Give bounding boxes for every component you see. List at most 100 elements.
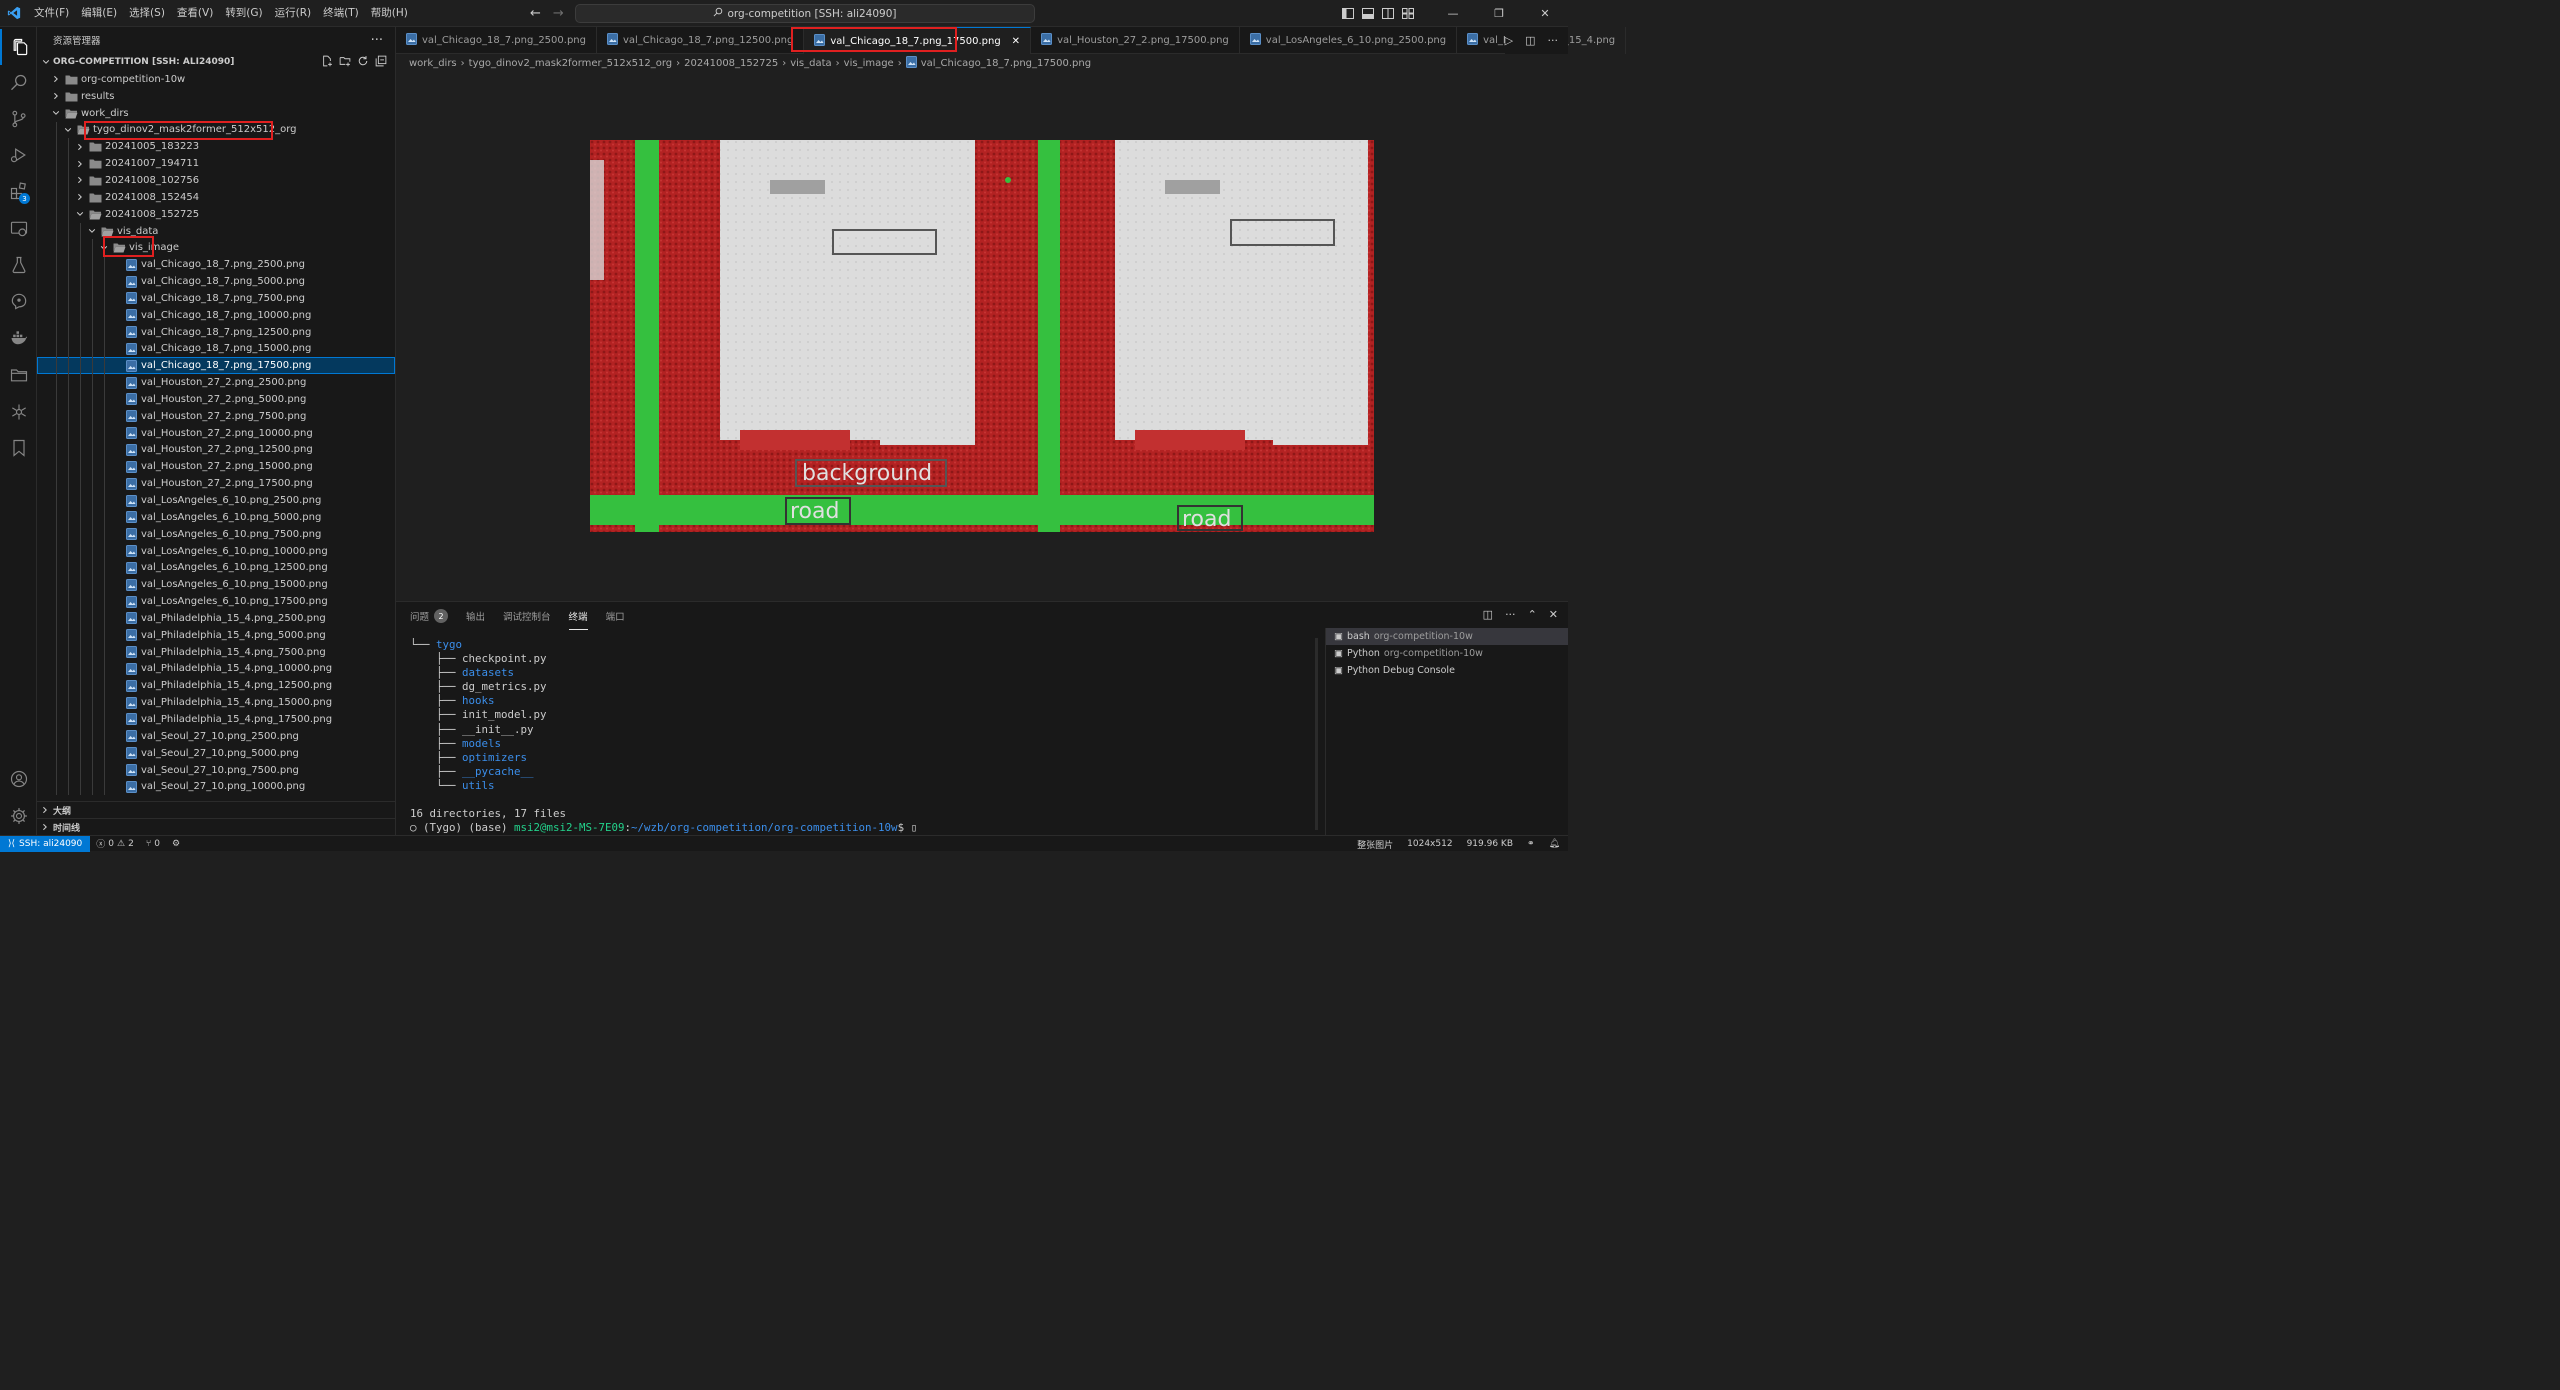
tree-file[interactable]: val_Houston_27_2.png_17500.png [37,475,395,493]
run-debug-icon[interactable] [0,137,37,173]
bookmarks-icon[interactable] [0,430,37,466]
tree-file[interactable]: val_Houston_27_2.png_5000.png [37,391,395,408]
image-zoom-status[interactable]: 整张图片 [1357,838,1393,851]
toggle-primary-sidebar-icon[interactable] [1338,0,1358,27]
tree-file[interactable]: val_Houston_27_2.png_2500.png [37,374,395,392]
ai-chat-icon[interactable] [0,283,37,319]
search-view-icon[interactable] [0,65,37,101]
tree-file[interactable]: val_Houston_27_2.png_15000.png [37,458,395,476]
editor-tab[interactable]: val_Chicago_18_7.png_2500.png [396,27,597,54]
gitlens-icon[interactable] [0,394,37,430]
testing-icon[interactable] [0,247,37,283]
panel-tab[interactable]: 终端 [568,602,588,630]
tree-folder[interactable]: 20241008_102756 [37,172,395,189]
timeline-section[interactable]: 时间线 [37,818,395,835]
tree-file[interactable]: val_LosAngeles_6_10.png_17500.png [37,593,395,610]
tree-file[interactable]: val_Chicago_18_7.png_2500.png [37,256,395,274]
terminal-session[interactable]: ▣ Python Debug Console [1326,662,1568,679]
forward-arrow-icon[interactable]: → [553,6,564,21]
tree-folder[interactable]: 20241007_194711 [37,155,395,173]
accounts-icon[interactable] [0,761,37,797]
ports-indicator[interactable]: ⑂ 0 [140,839,166,849]
terminal-scrollbar[interactable] [1315,638,1318,830]
breadcrumb-item[interactable]: tygo_dinov2_mask2former_512x512_org [469,58,672,69]
tree-folder[interactable]: work_dirs [37,105,395,122]
menu-item[interactable]: 转到(G) [219,0,268,27]
panel-tab[interactable]: 端口 [606,602,625,630]
terminal-output[interactable]: └── tygo ├── checkpoint.py ├── datasets … [410,638,1310,834]
tree-file[interactable]: val_Chicago_18_7.png_15000.png [37,340,395,358]
workspace-folder-header[interactable]: ORG-COMPETITION [SSH: ALI24090] [37,53,395,71]
explorer-more-actions[interactable]: ··· [371,33,383,48]
refresh-icon[interactable] [357,55,369,70]
breadcrumb-item[interactable]: work_dirs [409,58,457,69]
folders-icon[interactable] [0,357,37,393]
tree-file[interactable]: val_Philadelphia_15_4.png_2500.png [37,610,395,627]
accounts-status-icon[interactable]: ⚭ [1527,839,1535,849]
menu-item[interactable]: 运行(R) [269,0,318,27]
minimize-icon[interactable]: — [1430,0,1476,27]
new-folder-icon[interactable] [339,55,351,70]
tree-file[interactable]: val_Houston_27_2.png_10000.png [37,424,395,442]
tree-folder[interactable]: vis_data [37,222,395,240]
new-file-icon[interactable] [321,55,333,70]
breadcrumb-item[interactable]: val_Chicago_18_7.png_17500.png [921,58,1091,69]
breadcrumb-item[interactable]: vis_image [844,58,894,69]
menu-item[interactable]: 帮助(H) [365,0,414,27]
tree-folder[interactable]: 20241008_152454 [37,188,395,206]
split-editor-icon[interactable]: ◫ [1525,34,1535,47]
tree-file[interactable]: val_Chicago_18_7.png_5000.png [37,273,395,290]
tree-file[interactable]: val_Seoul_27_10.png_7500.png [37,761,395,779]
tree-folder[interactable]: results [37,88,395,105]
tree-file[interactable]: val_Chicago_18_7.png_7500.png [37,289,395,307]
tree-file[interactable]: val_Philadelphia_15_4.png_10000.png [37,660,395,678]
panel-tab[interactable]: 调试控制台 [503,602,551,630]
menu-item[interactable]: 编辑(E) [75,0,123,27]
close-window-icon[interactable]: ✕ [1522,0,1568,27]
outline-section[interactable]: 大纲 [37,801,395,818]
toggle-secondary-sidebar-icon[interactable] [1378,0,1398,27]
explorer-icon[interactable] [0,29,37,65]
close-tab-icon[interactable]: ✕ [1012,36,1020,47]
menu-item[interactable]: 文件(F) [28,0,75,27]
maximize-panel-icon[interactable]: ⌃ [1528,608,1537,621]
tree-file[interactable]: val_Houston_27_2.png_12500.png [37,441,395,459]
tree-file[interactable]: val_Seoul_27_10.png_2500.png [37,727,395,745]
remote-indicator[interactable]: ⟩⟨ SSH: ali24090 [0,835,91,852]
command-center[interactable]: org-competition [SSH: ali24090] [575,4,1035,23]
toggle-panel-icon[interactable] [1358,0,1378,27]
tree-folder[interactable]: vis_image [37,239,395,257]
menu-item[interactable]: 查看(V) [171,0,219,27]
tree-file[interactable]: val_LosAngeles_6_10.png_10000.png [37,542,395,560]
tree-file[interactable]: val_Seoul_27_10.png_10000.png [37,778,395,796]
tree-file[interactable]: val_LosAngeles_6_10.png_12500.png [37,559,395,577]
run-icon[interactable]: ▷ [1505,34,1513,47]
remote-explorer-icon[interactable] [0,211,37,247]
menu-item[interactable]: 终端(T) [317,0,365,27]
collapse-all-icon[interactable] [375,55,387,70]
tree-file[interactable]: val_Philadelphia_15_4.png_17500.png [37,711,395,728]
settings-gear-icon[interactable] [0,798,37,834]
tree-file[interactable]: val_LosAngeles_6_10.png_15000.png [37,576,395,594]
problems-indicator[interactable]: ⓧ 0 ⚠ 2 [90,837,140,851]
more-actions-icon[interactable]: ··· [1548,34,1559,47]
tree-file[interactable]: val_Philadelphia_15_4.png_7500.png [37,643,395,661]
breadcrumb-item[interactable]: 20241008_152725 [684,58,778,69]
panel-tab[interactable]: 输出 [466,602,485,630]
panel-tab[interactable]: 问题 2 [410,602,449,630]
back-arrow-icon[interactable]: ← [530,6,541,21]
menu-item[interactable]: 选择(S) [123,0,171,27]
source-control-icon[interactable] [0,101,37,137]
tree-file[interactable]: val_Chicago_18_7.png_12500.png [37,323,395,341]
terminal-session[interactable]: ▣ Python org-competition-10w [1326,645,1568,662]
close-panel-icon[interactable]: ✕ [1549,608,1558,621]
notifications-bell-icon[interactable]: 🔔︎ [1549,839,1560,849]
tree-file[interactable]: val_Philadelphia_15_4.png_15000.png [37,694,395,712]
docker-icon[interactable] [0,320,37,356]
more-actions-icon[interactable]: ··· [1505,608,1516,621]
tree-file[interactable]: val_Philadelphia_15_4.png_5000.png [37,626,395,644]
tree-file[interactable]: val_LosAngeles_6_10.png_5000.png [37,508,395,526]
extensions-icon[interactable]: 3 [0,173,37,209]
tree-file[interactable]: val_Houston_27_2.png_7500.png [37,407,395,425]
customize-layout-icon[interactable] [1398,0,1418,27]
